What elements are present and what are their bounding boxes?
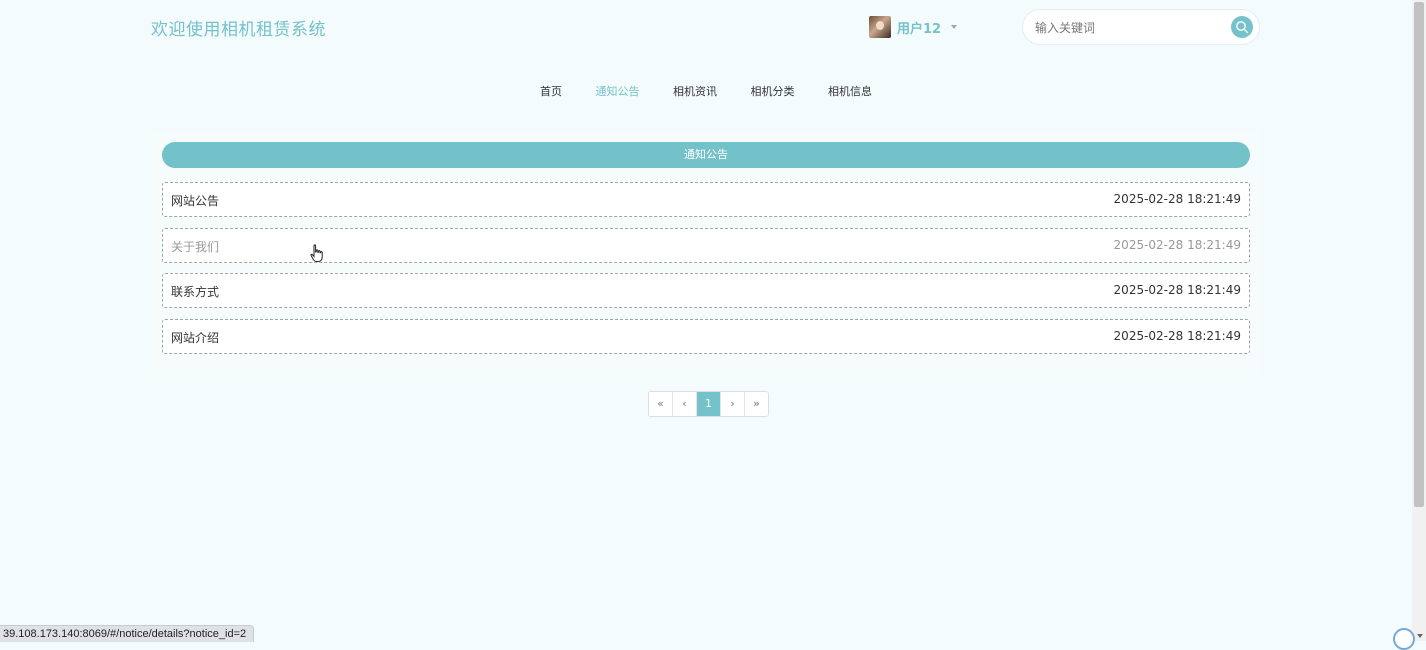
status-bar-url: 39.108.173.140:8069/#/notice/details?not…: [0, 625, 255, 642]
nav-camera-categories[interactable]: 相机分类: [751, 83, 795, 99]
notice-title: 网站介绍: [171, 331, 220, 345]
page-1-button[interactable]: 1: [697, 392, 721, 416]
last-page-button[interactable]: »: [745, 392, 768, 416]
notice-title: 网站公告: [171, 194, 220, 208]
notice-row[interactable]: 网站公告 2025-02-28 18:21:49: [162, 182, 1250, 217]
notice-title: 关于我们: [171, 240, 220, 254]
notice-time: 2025-02-28 18:21:49: [1113, 238, 1241, 252]
prev-page-button[interactable]: ‹: [673, 392, 697, 416]
caret-down-icon[interactable]: [1417, 634, 1423, 638]
user-name: 用户12: [897, 21, 942, 37]
main-nav: 首页 通知公告 相机资讯 相机分类 相机信息: [0, 83, 1412, 99]
notice-row[interactable]: 关于我们 2025-02-28 18:21:49: [162, 228, 1250, 263]
pagination: « ‹ 1 › »: [648, 391, 769, 417]
nav-home[interactable]: 首页: [540, 83, 562, 99]
search-button[interactable]: [1231, 16, 1253, 38]
site-title: 欢迎使用相机租赁系统: [151, 20, 326, 40]
search-box: [1022, 9, 1260, 45]
notice-row[interactable]: 网站介绍 2025-02-28 18:21:49: [162, 319, 1250, 354]
avatar: [869, 16, 891, 38]
nav-notices[interactable]: 通知公告: [596, 83, 640, 99]
first-page-button[interactable]: «: [649, 392, 673, 416]
notice-time: 2025-02-28 18:21:49: [1113, 329, 1241, 343]
next-page-button[interactable]: ›: [721, 392, 745, 416]
nav-camera-news[interactable]: 相机资讯: [673, 83, 717, 99]
user-menu[interactable]: 用户12: [869, 16, 958, 38]
search-input[interactable]: [1033, 18, 1227, 38]
chat-widget-icon[interactable]: [1393, 628, 1415, 650]
notice-time: 2025-02-28 18:21:49: [1113, 283, 1241, 297]
notice-row[interactable]: 联系方式 2025-02-28 18:21:49: [162, 273, 1250, 308]
notice-title: 联系方式: [171, 285, 220, 299]
scrollbar-thumb[interactable]: [1414, 2, 1424, 507]
notice-time: 2025-02-28 18:21:49: [1113, 192, 1241, 206]
caret-down-icon: [951, 25, 958, 29]
notice-panel-heading: 通知公告: [162, 142, 1250, 168]
nav-camera-info[interactable]: 相机信息: [828, 83, 872, 99]
hand-pointer-icon: [310, 244, 323, 262]
search-icon: [1236, 21, 1249, 34]
